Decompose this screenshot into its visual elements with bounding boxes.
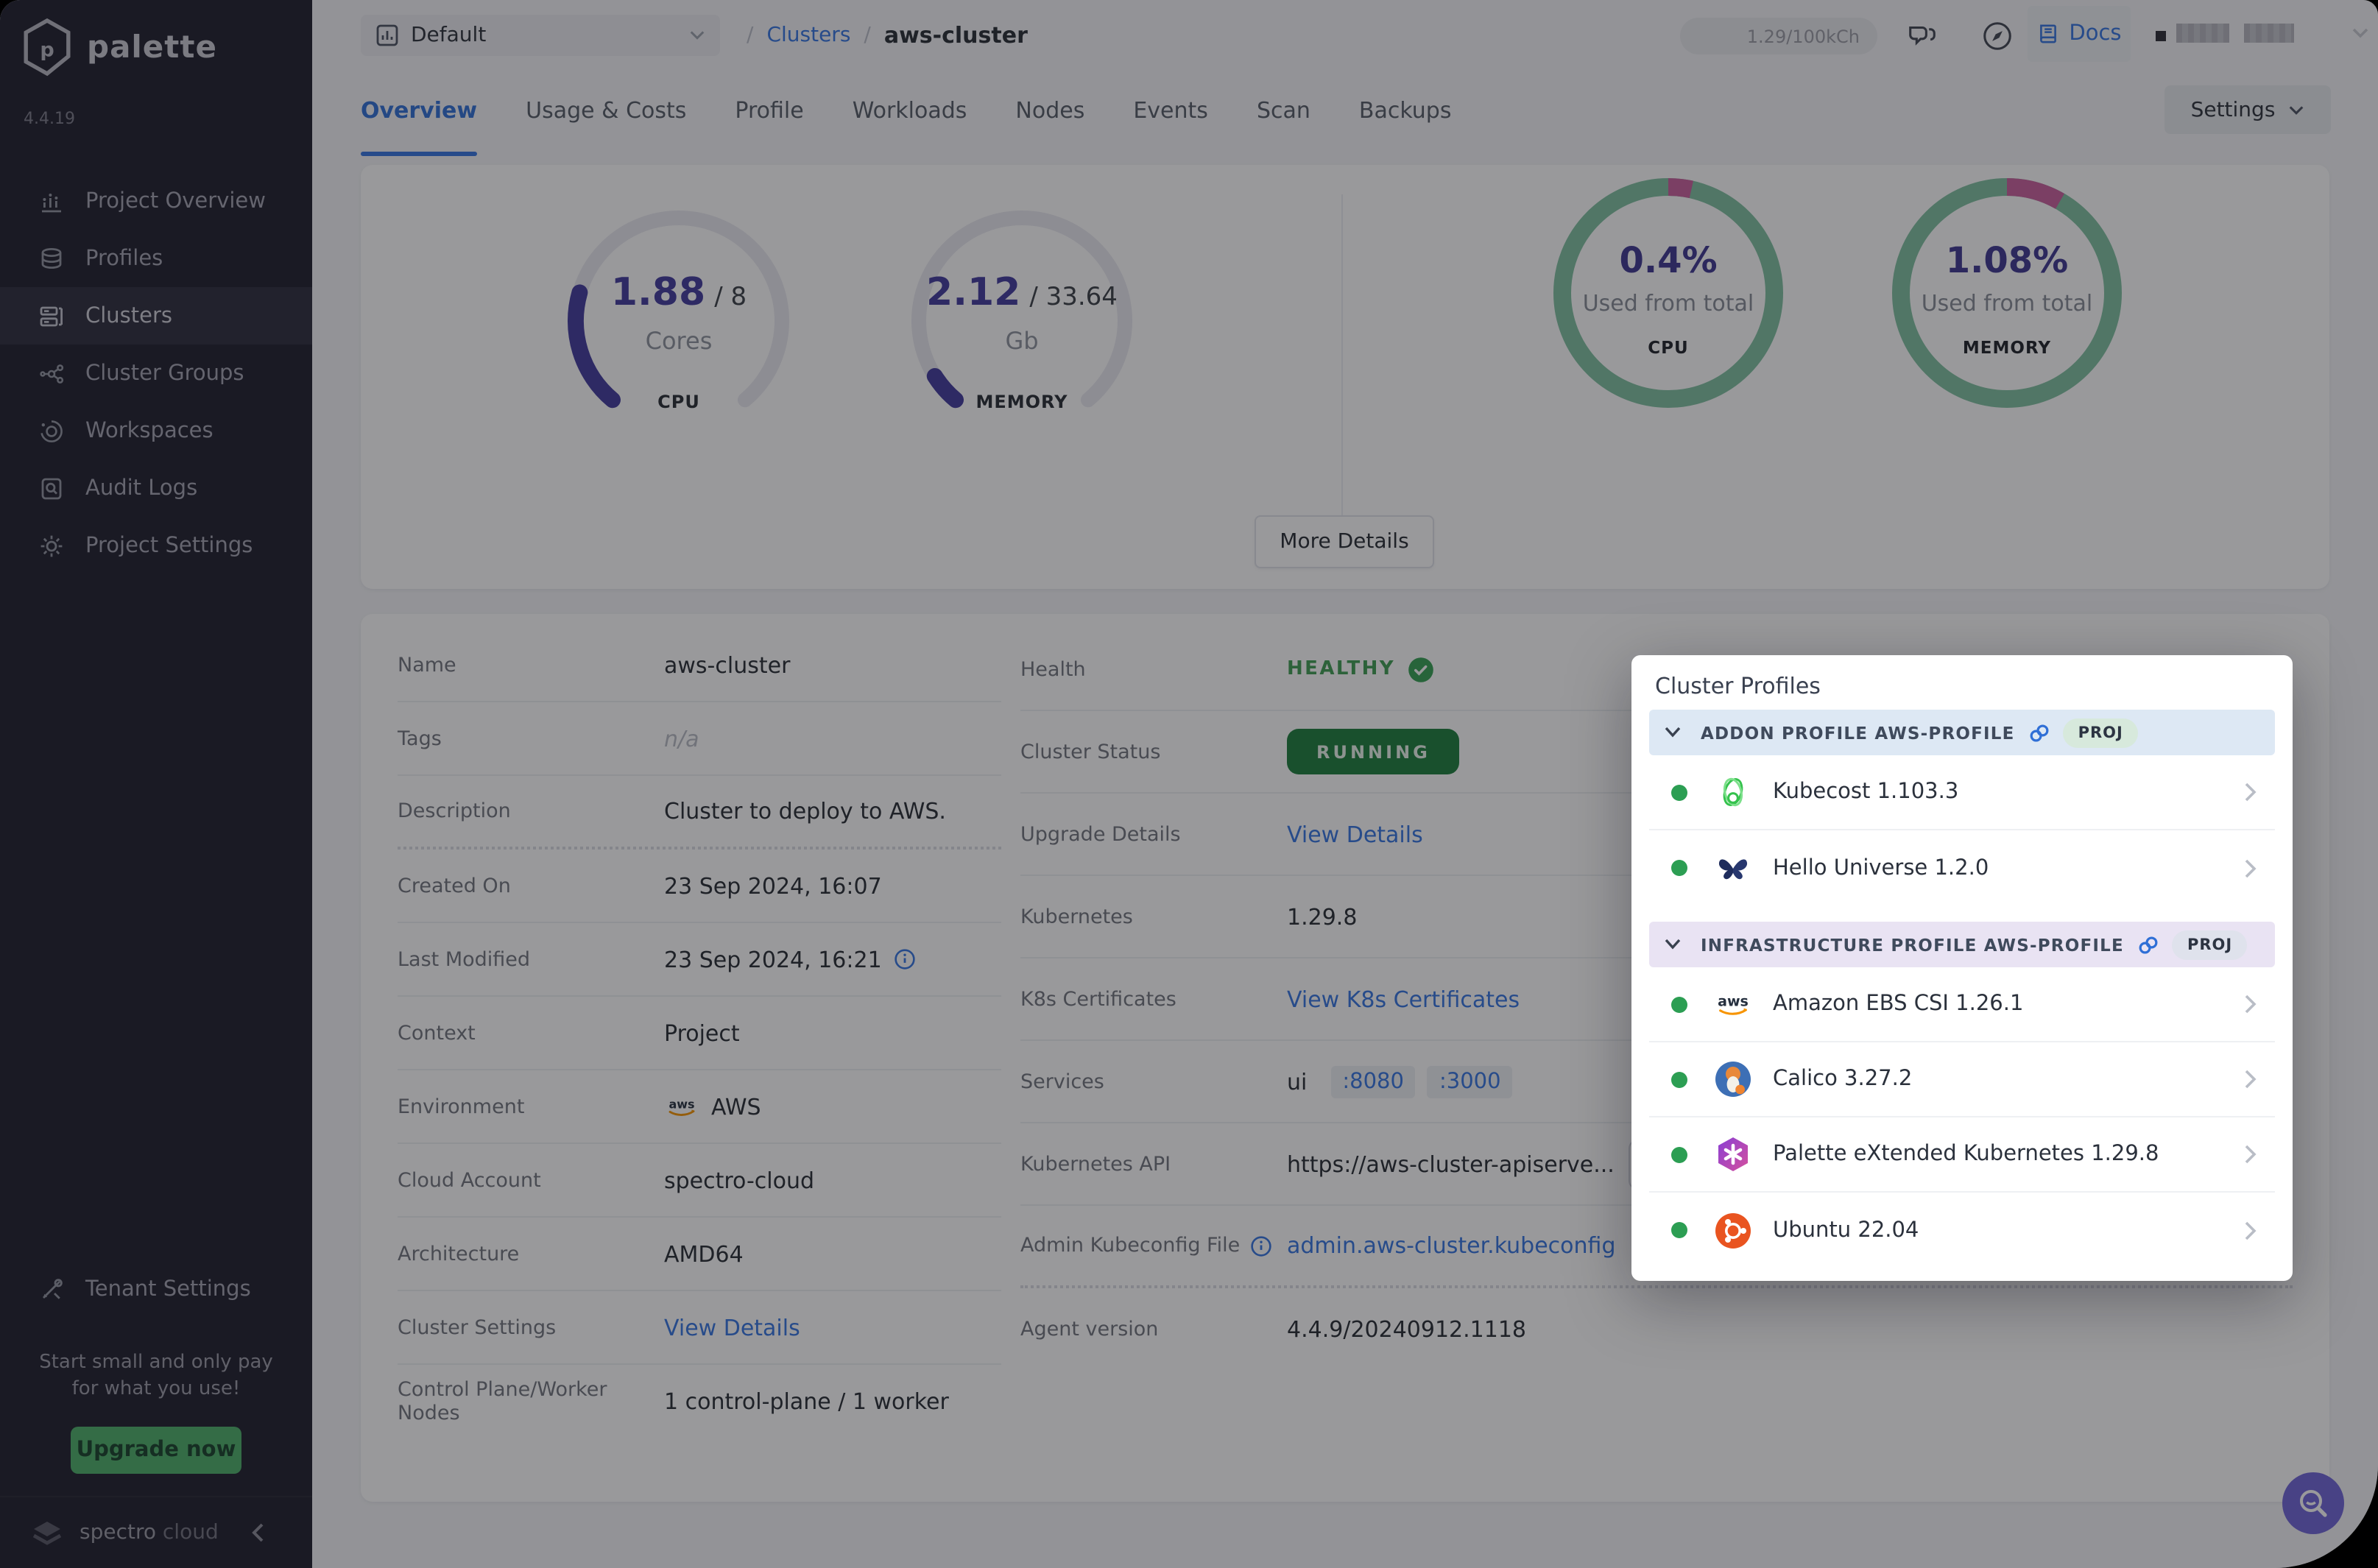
pack-status-dot <box>1671 1222 1687 1238</box>
pack-row-kubecost[interactable]: Kubecost 1.103.3 <box>1649 755 2275 830</box>
chevron-right-icon <box>2244 1144 2257 1165</box>
pack-status-dot <box>1671 1071 1687 1087</box>
pack-status-dot <box>1671 784 1687 800</box>
kubecost-icon <box>1714 773 1752 811</box>
pxk-hexagon-icon <box>1714 1135 1752 1173</box>
link-icon <box>2028 721 2052 744</box>
chevron-right-icon <box>2244 1069 2257 1090</box>
panel-title: Cluster Profiles <box>1631 655 2293 705</box>
chevron-down-icon <box>1664 726 1682 739</box>
ubuntu-icon <box>1714 1211 1752 1249</box>
pack-row-ubuntu[interactable]: Ubuntu 22.04 <box>1649 1193 2275 1268</box>
proj-scope-badge: PROJ <box>2173 930 2247 959</box>
pack-status-dot <box>1671 860 1687 876</box>
chevron-right-icon <box>2244 782 2257 802</box>
svg-text:aws: aws <box>1718 993 1749 1009</box>
link-icon <box>2137 933 2161 956</box>
chevron-right-icon <box>2244 1220 2257 1240</box>
pack-row-amazon-ebs-csi[interactable]: aws Amazon EBS CSI 1.26.1 <box>1649 967 2275 1042</box>
screen: p palette 4.4.19 Project Overview Profil… <box>0 0 2378 1568</box>
calico-icon <box>1714 1060 1752 1098</box>
chevron-right-icon <box>2244 858 2257 878</box>
cluster-profiles-panel: Cluster Profiles ADDON PROFILE AWS-PROFI… <box>1631 655 2293 1281</box>
infrastructure-profile-section-header[interactable]: INFRASTRUCTURE PROFILE AWS-PROFILE PROJ <box>1649 922 2275 967</box>
pack-status-dot <box>1671 996 1687 1012</box>
pack-row-calico[interactable]: Calico 3.27.2 <box>1649 1042 2275 1117</box>
pack-row-hello-universe[interactable]: Hello Universe 1.2.0 <box>1649 830 2275 905</box>
pack-status-dot <box>1671 1146 1687 1162</box>
pack-row-palette-extended-kubernetes[interactable]: Palette eXtended Kubernetes 1.29.8 <box>1649 1117 2275 1193</box>
aws-logo-icon: aws <box>1714 985 1752 1023</box>
addon-profile-section-header[interactable]: ADDON PROFILE AWS-PROFILE PROJ <box>1649 710 2275 755</box>
chevron-down-icon <box>1664 938 1682 951</box>
hello-universe-icon <box>1714 849 1752 887</box>
chevron-right-icon <box>2244 994 2257 1014</box>
proj-scope-badge: PROJ <box>2064 718 2138 747</box>
